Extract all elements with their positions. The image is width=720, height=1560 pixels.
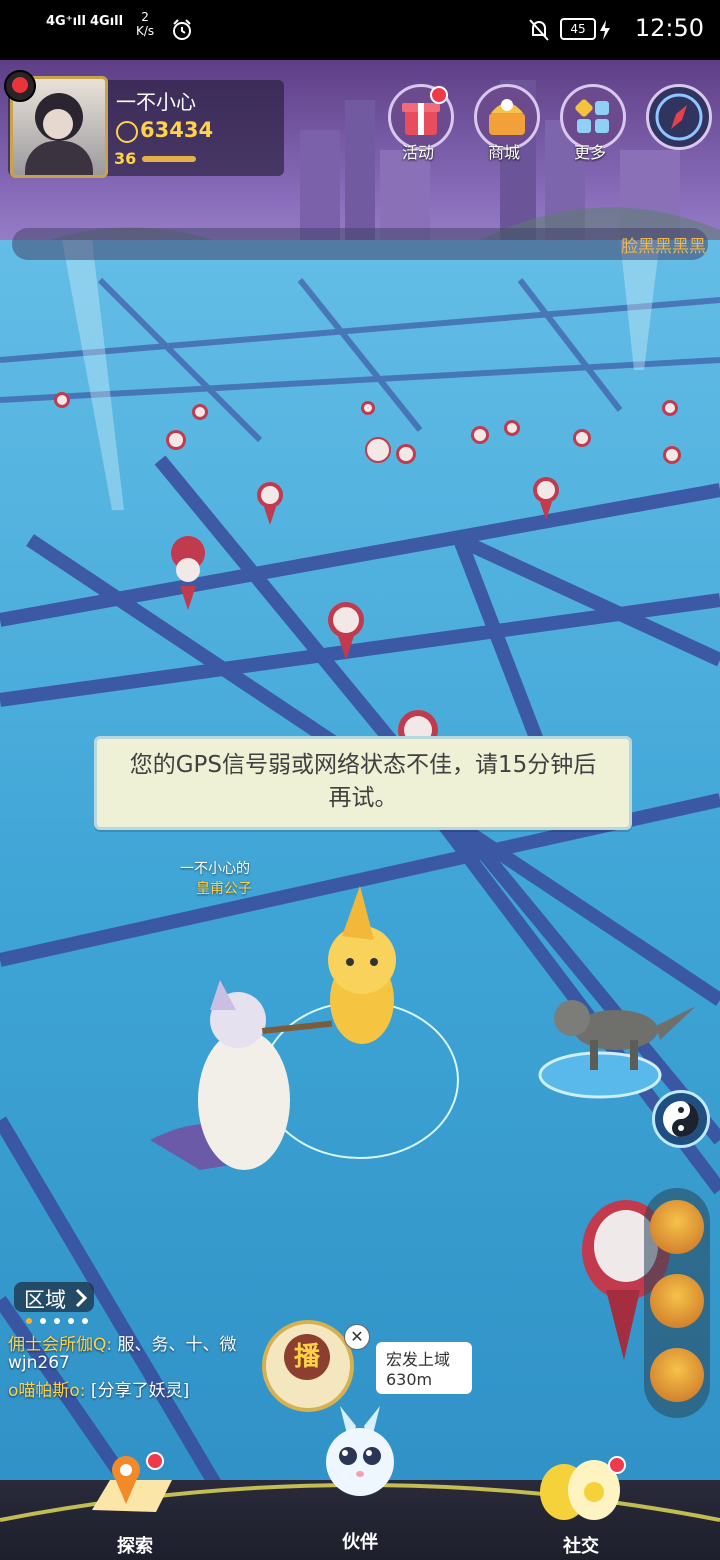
page-dot <box>82 1318 88 1324</box>
nav-partner[interactable] <box>310 1396 410 1506</box>
nav-explore[interactable] <box>86 1450 178 1536</box>
gps-warning-message: 您的GPS信号弱或网络状态不佳，请15分钟后 再试。 <box>103 749 623 815</box>
gps-warning-toast: 您的GPS信号弱或网络状态不佳，请15分钟后 再试。 <box>94 736 632 830</box>
chat-message[interactable]: wjn267 <box>8 1353 70 1373</box>
explore-notification-dot <box>146 1452 164 1470</box>
status-bar: 4G⁺ıll 4Gıll 2 K/s 45 12:50 <box>0 0 720 60</box>
nav-explore-label: 探索 <box>117 1536 153 1557</box>
pet-queue[interactable] <box>644 1188 710 1418</box>
broadcast-icon: 播 <box>284 1334 330 1380</box>
broadcast-distance: 630m <box>386 1370 433 1389</box>
chat-text: [分享了妖灵] <box>85 1381 190 1401</box>
compass-icon <box>655 93 703 141</box>
player-owner-label: 一不小心的 <box>180 861 250 877</box>
yin-yang-button[interactable] <box>652 1090 710 1148</box>
region-label: 区域 <box>24 1288 66 1312</box>
battery-icon: 45 <box>560 18 596 40</box>
nav-social-label: 社交 <box>563 1536 599 1557</box>
page-dot <box>68 1318 74 1324</box>
nav-partner-label: 伙伴 <box>342 1532 378 1553</box>
charging-icon <box>600 20 610 40</box>
username: 一不小心 <box>116 90 196 114</box>
shop-icon <box>489 99 525 135</box>
compass-button[interactable] <box>646 84 712 150</box>
signal-icon-2: 4Gıll <box>90 14 124 29</box>
coin-count: 63434 <box>140 118 214 142</box>
gps-warning-line-2: 再试。 <box>328 785 398 811</box>
chat-message[interactable]: 佣士会所伽Q: 服、务、十、微 <box>8 1330 237 1355</box>
player-level: 36 <box>114 149 137 168</box>
mute-bell-icon <box>529 19 549 41</box>
announcement-bar <box>12 228 708 260</box>
activity-notification-dot <box>430 86 448 104</box>
pet-slot-3[interactable] <box>650 1348 704 1402</box>
level-progress-bar <box>142 156 196 162</box>
network-speed-value: 2 <box>141 10 149 24</box>
player-pet-name: 皇甫公子 <box>196 881 252 897</box>
pet-slot-1[interactable] <box>650 1200 704 1254</box>
chat-message[interactable]: o喵帕斯o: [分享了妖灵] <box>8 1376 189 1401</box>
chat-text: wjn267 <box>8 1353 70 1373</box>
page-dot <box>54 1318 60 1324</box>
network-speed-unit: K/s <box>136 24 155 38</box>
signal-icon-1: 4G⁺ıll <box>46 14 86 29</box>
clock: 12:50 <box>634 14 704 42</box>
gps-warning-line-1: 您的GPS信号弱或网络状态不佳，请15分钟后 <box>129 752 597 778</box>
page-dot <box>40 1318 46 1324</box>
chat-text: 服、务、十、微 <box>112 1335 237 1355</box>
broadcast-close-icon[interactable]: ✕ <box>344 1324 370 1350</box>
spirit-mascot-icon <box>326 1406 394 1496</box>
chevron-right-icon <box>75 1288 88 1308</box>
chat-sender: 佣士会所伽Q: <box>8 1335 113 1355</box>
page-dot-active <box>26 1318 32 1324</box>
more-label: 更多 <box>573 143 606 162</box>
map-roads <box>0 240 720 1560</box>
yin-yang-icon <box>663 1101 699 1137</box>
grid-icon <box>575 99 609 133</box>
shop-label: 商城 <box>487 143 520 162</box>
coin-icon <box>116 121 138 143</box>
social-notification-dot <box>608 1456 626 1474</box>
map-marker-icon <box>92 1456 172 1512</box>
chat-sender: o喵帕斯o: <box>8 1381 86 1401</box>
activity-label: 活动 <box>401 143 434 162</box>
pet-slot-2[interactable] <box>650 1274 704 1328</box>
network-speed: 2 K/s <box>136 10 154 38</box>
announcement-text: 脸黑黑黑黑 <box>621 237 706 257</box>
profile-badge-icon <box>4 70 36 102</box>
broadcast-location: 宏发上域 <box>386 1350 451 1369</box>
alarm-icon <box>173 19 191 40</box>
